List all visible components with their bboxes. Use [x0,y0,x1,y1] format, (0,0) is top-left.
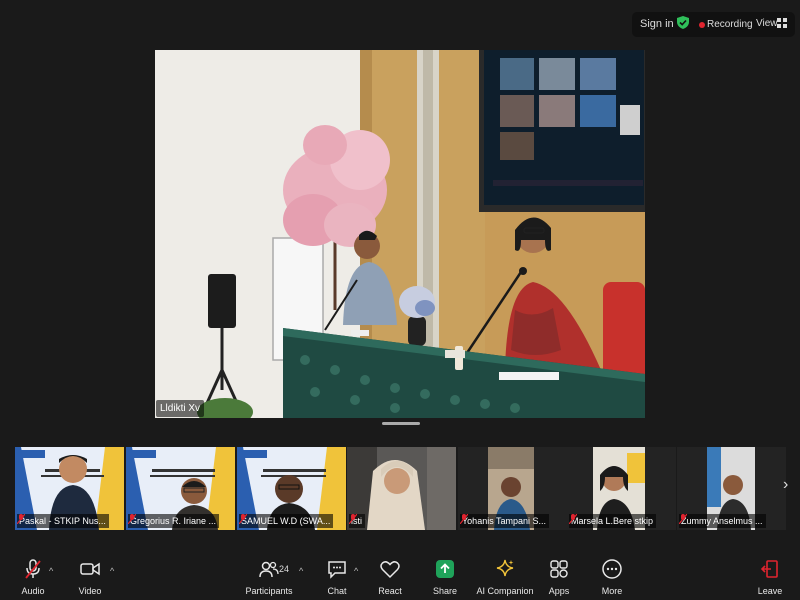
chat-bubble-icon [328,561,346,579]
mic-muted-icon [349,514,357,524]
shield-check-icon[interactable] [677,16,689,29]
participant-tile[interactable]: Paskal - STKIP Nus... [15,447,124,530]
recording-dot-icon [699,22,705,28]
microphone-muted-icon [25,559,41,579]
audio-button[interactable]: Audio [18,552,48,600]
next-page-arrow-icon[interactable]: › [783,476,788,494]
view-button[interactable]: View [756,18,778,29]
participants-options-caret-icon[interactable]: ^ [299,566,303,576]
mic-muted-icon [569,514,577,524]
mic-muted-icon [239,514,247,524]
participant-tile[interactable]: isti [347,447,456,530]
react-button[interactable]: React [377,552,403,600]
participant-name-label: Paskal - STKIP Nus... [17,514,109,528]
resize-handle[interactable] [382,422,420,425]
participants-button[interactable]: Participants [244,552,294,600]
mic-muted-icon [460,514,468,524]
ai-companion-button[interactable]: AI Companion [476,552,534,600]
participant-tile[interactable]: Zummy Anselmus ... [677,447,786,530]
video-camera-icon [80,562,100,576]
share-button[interactable]: Share [432,552,458,600]
leave-door-icon [760,560,778,578]
participant-tile[interactable]: SAMUEL W.D (SWA... [237,447,346,530]
mic-muted-icon [679,514,687,524]
apps-icon [550,560,568,578]
top-bar: Sign in Recording View [0,0,800,40]
participant-strip: Paskal - STKIP Nus... Gregorius R. Irian… [0,447,800,530]
meeting-toolbar: Audio ^ Video ^ Participants 24 ^ Chat ^… [0,552,800,600]
video-button[interactable]: Video [75,552,105,600]
participants-icon [259,561,279,578]
participant-name-label: SAMUEL W.D (SWA... [239,514,334,528]
share-screen-icon [436,560,454,578]
apps-button[interactable]: Apps [546,552,572,600]
audio-options-caret-icon[interactable]: ^ [49,566,53,576]
leave-button[interactable]: Leave [756,552,784,600]
mic-muted-icon [128,514,136,524]
chat-options-caret-icon[interactable]: ^ [354,566,358,576]
recording-status[interactable]: Recording [707,19,753,30]
participant-name-label: Zummy Anselmus ... [679,514,766,528]
heart-icon [380,561,400,579]
participant-name-label: Gregorius R. Iriane ... [128,514,220,528]
more-dots-icon [602,559,622,579]
participant-tile[interactable]: Gregorius R. Iriane ... [126,447,235,530]
main-video-name-label: Lldikti Xv [156,400,205,417]
participant-name-label: Yohanis Tampani S... [460,514,550,528]
conference-room-scene [155,50,645,418]
participant-tile[interactable]: Marsela L.Bere stkip [567,447,676,530]
main-video-feed[interactable] [155,50,645,418]
participant-tile[interactable]: Yohanis Tampani S... [458,447,567,530]
chat-button[interactable]: Chat [324,552,350,600]
mic-muted-icon [17,514,25,524]
participant-name-label: isti [349,514,365,528]
sparkle-icon [496,559,514,577]
grid-icon[interactable] [777,18,787,28]
participant-count: 24 [279,564,290,574]
participant-name-label: Marsela L.Bere stkip [569,514,657,528]
video-options-caret-icon[interactable]: ^ [110,566,114,576]
more-button[interactable]: More [599,552,625,600]
sign-in-button[interactable]: Sign in [640,18,674,30]
